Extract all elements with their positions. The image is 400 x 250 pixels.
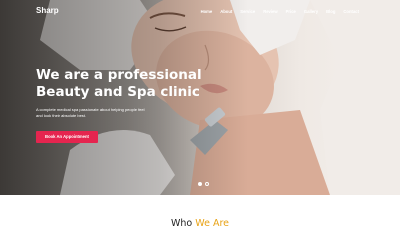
nav-item-home[interactable]: Home xyxy=(201,9,213,14)
heading-part-2: We Are xyxy=(195,218,229,229)
carousel-dot-1[interactable] xyxy=(198,182,202,186)
hero-subtitle: A complete medical spa passionate about … xyxy=(36,107,145,118)
hero-title-line-2: Beauty and Spa clinic xyxy=(36,84,200,100)
nav-item-price[interactable]: Price xyxy=(286,9,296,14)
hero-section: Sharp Home About Service Review Price Ga… xyxy=(0,0,400,195)
heading-part-1: Who xyxy=(170,218,193,229)
nav-links: Home About Service Review Price Gallery … xyxy=(201,9,359,14)
top-navbar: Sharp Home About Service Review Price Ga… xyxy=(0,0,400,24)
brand-logo[interactable]: Sharp xyxy=(36,6,59,15)
nav-item-review[interactable]: Review xyxy=(263,9,277,14)
nav-item-service[interactable]: Service xyxy=(240,9,255,14)
nav-item-about[interactable]: About xyxy=(220,9,232,14)
nav-item-gallery[interactable]: Gallery xyxy=(304,9,318,14)
hero-title-line-1: We are a professional xyxy=(36,67,202,83)
nav-item-blog[interactable]: Blog xyxy=(326,9,335,14)
carousel-dot-2[interactable] xyxy=(205,182,209,186)
book-appointment-button[interactable]: Book An Appointment xyxy=(36,131,98,143)
nav-item-contact[interactable]: Contact xyxy=(343,9,359,14)
who-we-are-heading: Who We Are xyxy=(0,218,400,229)
carousel-dots xyxy=(198,182,209,186)
hero-title: We are a professional Beauty and Spa cli… xyxy=(36,67,206,101)
